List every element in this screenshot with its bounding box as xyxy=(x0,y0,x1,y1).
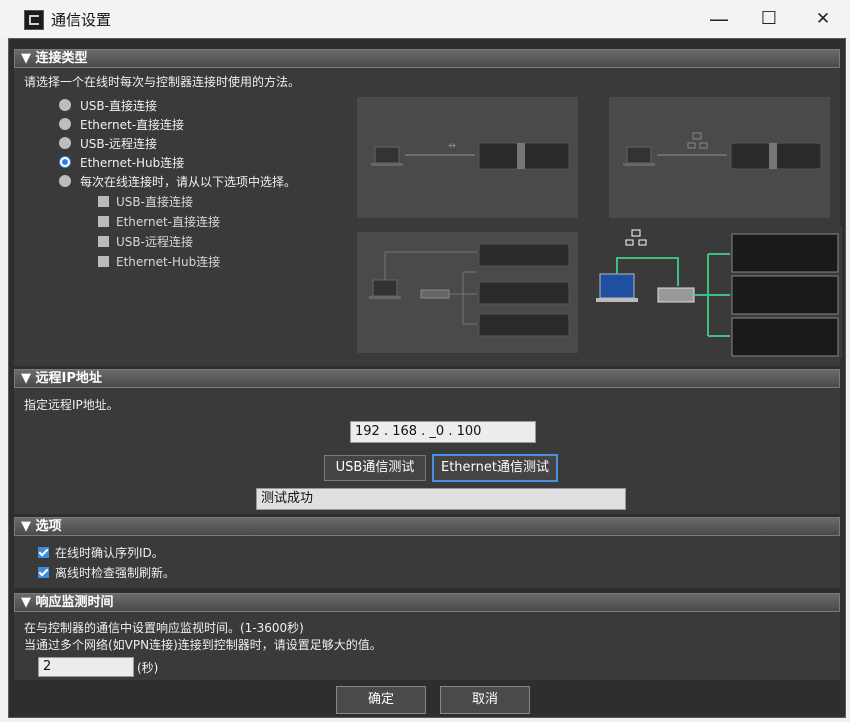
sub-checkbox-ethernet-hub[interactable] xyxy=(98,256,109,267)
checkbox-confirm-serial-id[interactable] xyxy=(38,547,49,558)
section-header-options[interactable]: ▼ 选项 xyxy=(14,517,840,536)
maximize-button[interactable]: ☐ xyxy=(746,0,792,38)
test-result-field: 测试成功 xyxy=(256,488,626,510)
label-check-forced-refresh: 离线时检查强制刷新。 xyxy=(55,566,176,580)
radio-usb-direct[interactable] xyxy=(59,99,71,111)
sub-label-ethernet-direct: Ethernet-直接连接 xyxy=(116,215,221,229)
sub-label-ethernet-hub: Ethernet-Hub连接 xyxy=(116,255,221,269)
connection-instruction: 请选择一个在线时每次与控制器连接时使用的方法。 xyxy=(24,75,301,89)
radio-label-ethernet-hub[interactable]: Ethernet-Hub连接 xyxy=(80,154,184,171)
close-button[interactable]: ✕ xyxy=(800,0,846,38)
diagram-ethernet-direct xyxy=(609,97,830,218)
ok-button[interactable]: 确定 xyxy=(336,686,426,714)
radio-label-usb-direct[interactable]: USB-直接连接 xyxy=(80,97,157,114)
minimize-button[interactable]: — xyxy=(696,0,742,38)
remote-ip-instruction: 指定远程IP地址。 xyxy=(24,398,119,412)
sub-label-usb-direct: USB-直接连接 xyxy=(116,195,193,209)
ip-address-input[interactable]: 192 . 168 . _0 . 100 xyxy=(350,421,536,443)
radio-label-usb-remote[interactable]: USB-远程连接 xyxy=(80,135,157,152)
sub-checkbox-ethernet-direct[interactable] xyxy=(98,216,109,227)
response-description-line2: 当通过多个网络(如VPN连接)连接到控制器时，请设置足够大的值。 xyxy=(24,638,382,652)
diagram-usb-direct: ⇸ xyxy=(357,97,578,218)
response-unit-label: (秒) xyxy=(137,661,159,675)
radio-ethernet-hub[interactable] xyxy=(59,156,71,168)
radio-choose-each-time[interactable] xyxy=(59,175,71,187)
radio-label-choose-each-time[interactable]: 每次在线连接时，请从以下选项中选择。 xyxy=(80,173,296,190)
section-header-connection-type[interactable]: ▼ 连接类型 xyxy=(14,49,840,68)
title-bar: 通信设置 — ☐ ✕ xyxy=(0,0,850,38)
checkbox-check-forced-refresh[interactable] xyxy=(38,567,49,578)
cancel-button[interactable]: 取消 xyxy=(440,686,530,714)
svg-text:⇸: ⇸ xyxy=(447,139,456,152)
section-header-response-time[interactable]: ▼ 响应监测时间 xyxy=(14,593,840,612)
ethernet-test-button[interactable]: Ethernet通信测试 xyxy=(432,454,558,482)
sub-checkbox-usb-remote[interactable] xyxy=(98,236,109,247)
radio-label-ethernet-direct[interactable]: Ethernet-直接连接 xyxy=(80,116,184,133)
diagram-usb-remote xyxy=(357,232,578,353)
sub-checkbox-usb-direct[interactable] xyxy=(98,196,109,207)
usb-test-button[interactable]: USB通信测试 xyxy=(324,455,426,481)
sub-label-usb-remote: USB-远程连接 xyxy=(116,235,193,249)
label-confirm-serial-id: 在线时确认序列ID。 xyxy=(55,546,164,560)
diagram-ethernet-hub xyxy=(596,226,842,358)
window-title: 通信设置 xyxy=(51,11,112,29)
section-header-remote-ip[interactable]: ▼ 远程IP地址 xyxy=(14,369,840,388)
radio-ethernet-direct[interactable] xyxy=(59,118,71,130)
radio-usb-remote[interactable] xyxy=(59,137,71,149)
response-description-line1: 在与控制器的通信中设置响应监视时间。(1-3600秒) xyxy=(24,621,304,635)
response-time-input[interactable]: 2 xyxy=(38,657,134,677)
app-icon xyxy=(24,10,44,30)
